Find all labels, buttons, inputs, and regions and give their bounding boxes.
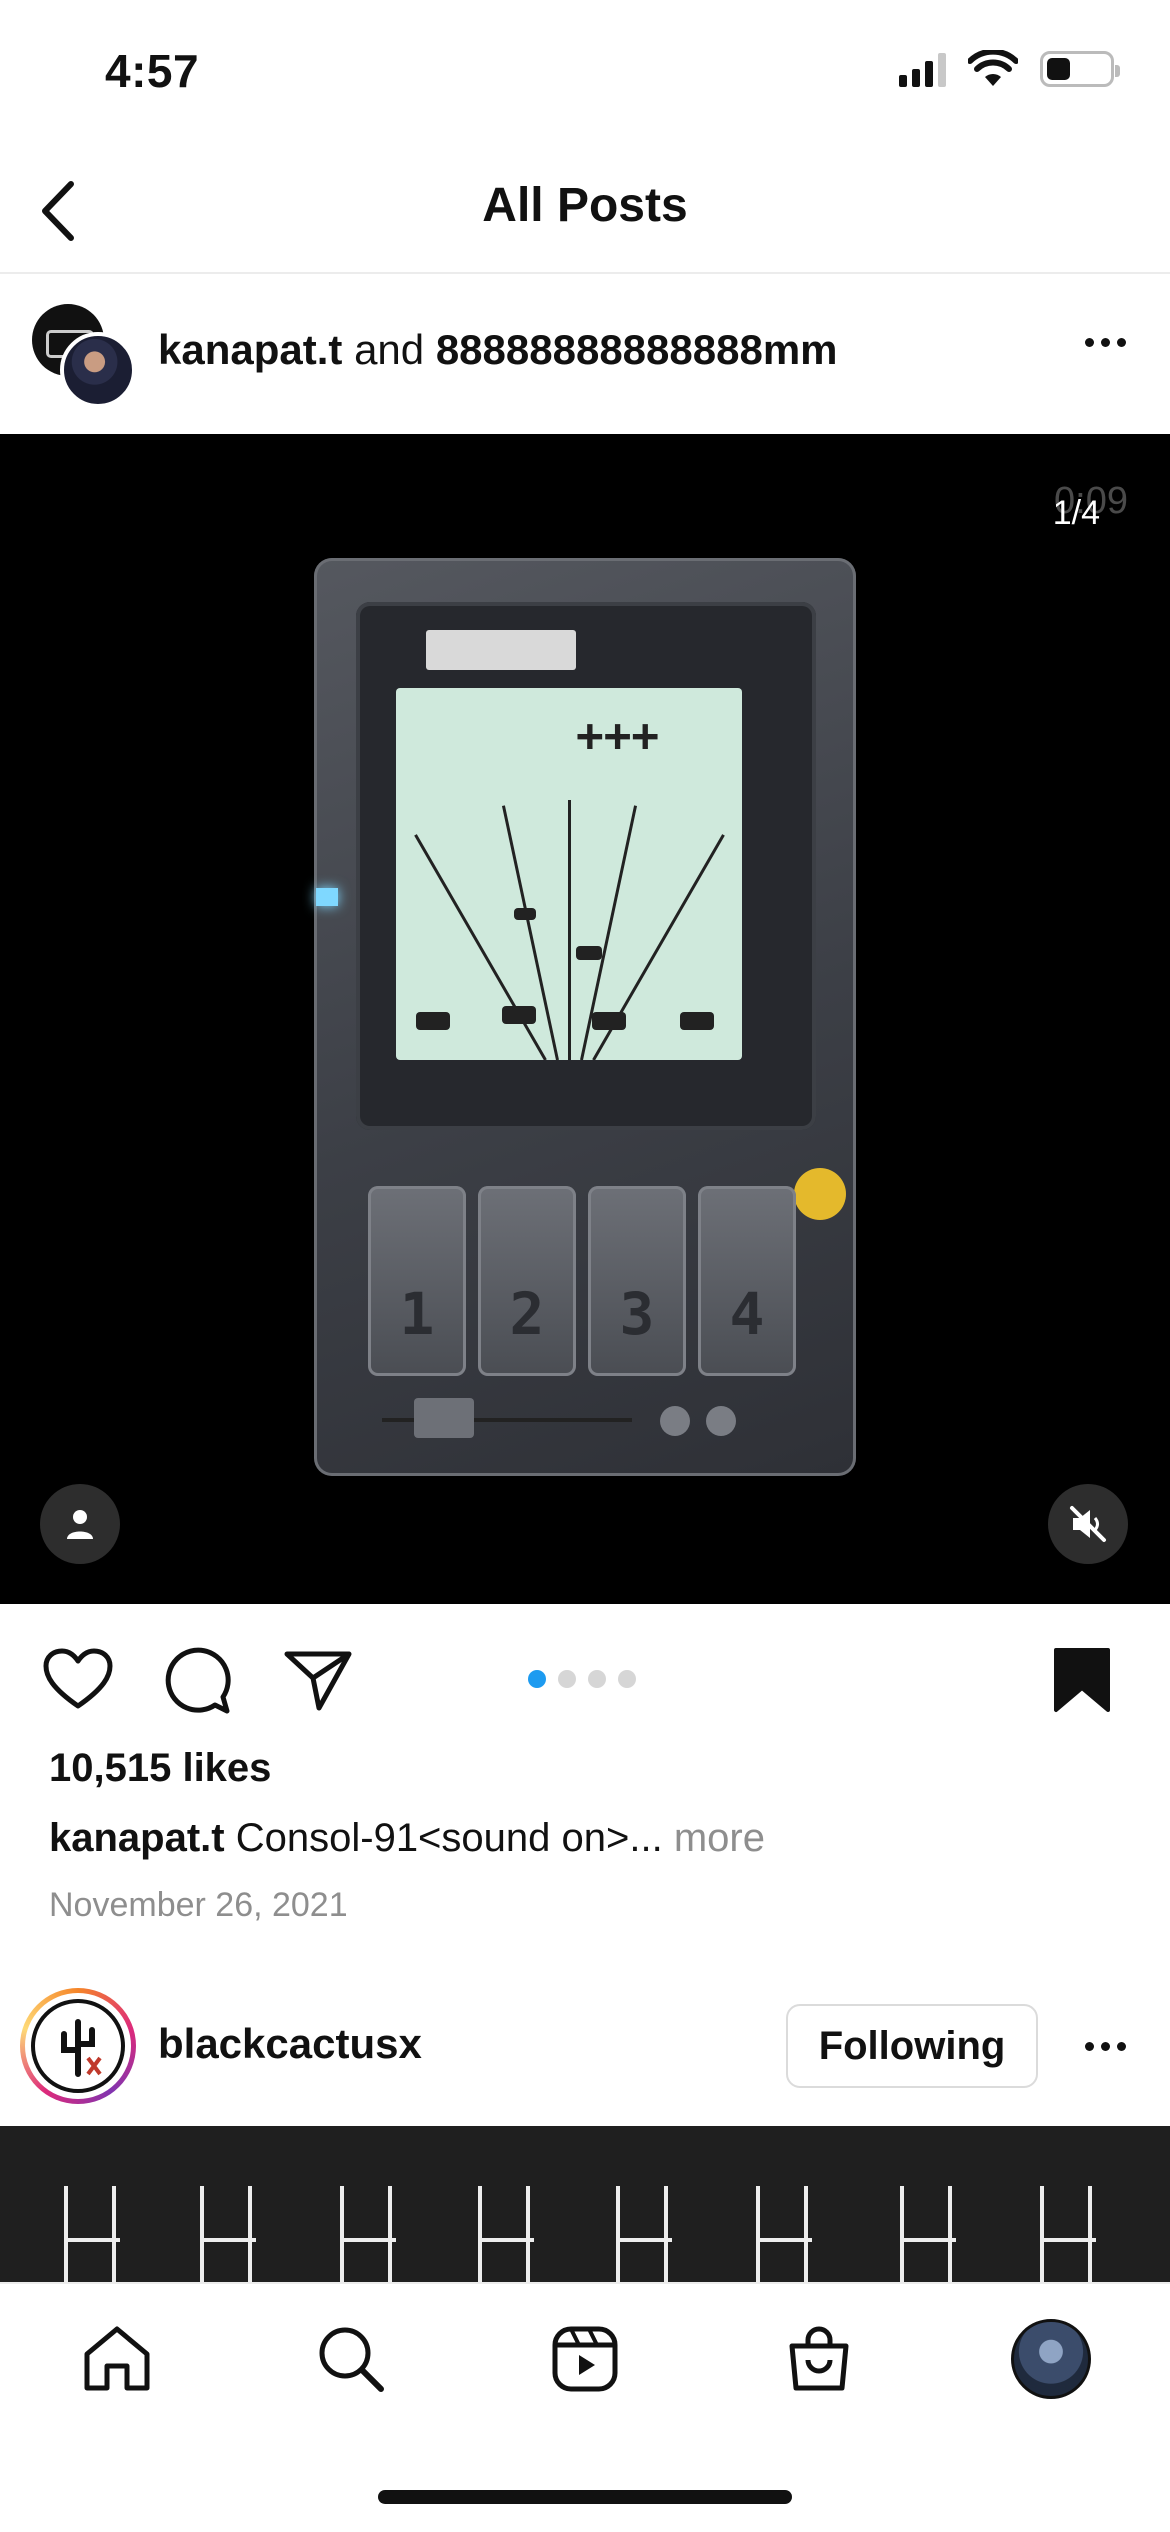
following-button[interactable]: Following bbox=[786, 2004, 1038, 2088]
chair-drawing bbox=[756, 2186, 812, 2282]
cellular-signal-icon bbox=[899, 51, 946, 87]
tab-shop[interactable] bbox=[774, 2314, 864, 2404]
reels-icon bbox=[552, 2326, 618, 2392]
device-key: 2 bbox=[478, 1186, 576, 1376]
screen-car bbox=[416, 1012, 450, 1030]
device-screen-bezel: +++ bbox=[356, 602, 816, 1130]
device-keys: 1 2 3 4 bbox=[368, 1186, 796, 1376]
chair-drawing bbox=[1040, 2186, 1096, 2282]
carousel-pager bbox=[528, 1670, 636, 1688]
next-post-more-button[interactable] bbox=[1085, 2042, 1126, 2051]
handheld-console-image: +++ 1 2 3 4 bbox=[314, 558, 856, 1476]
device-lcd-screen: +++ bbox=[396, 688, 742, 1060]
chair-drawing bbox=[200, 2186, 256, 2282]
road-line bbox=[568, 800, 571, 1060]
more-horizontal-icon bbox=[1085, 2042, 1094, 2051]
caption-more-link[interactable]: more bbox=[674, 1816, 765, 1860]
pager-dot bbox=[618, 1670, 636, 1688]
device-key: 3 bbox=[588, 1186, 686, 1376]
status-time: 4:57 bbox=[105, 45, 200, 97]
home-icon bbox=[84, 2326, 150, 2391]
screen-car bbox=[502, 1006, 536, 1024]
next-post-media[interactable] bbox=[0, 2126, 1170, 2282]
device-knob bbox=[660, 1406, 690, 1436]
person-tag-icon bbox=[67, 1510, 93, 1539]
post-media[interactable]: 0:09 1/4 +++ 1 2 3 4 bbox=[0, 434, 1170, 1604]
speaker-muted-icon bbox=[1070, 1506, 1106, 1542]
screen-car bbox=[576, 946, 602, 960]
cactus-icon bbox=[61, 2019, 102, 2077]
post-caption: kanapat.t Consol-91<sound on>... more bbox=[49, 1816, 765, 1861]
more-horizontal-icon bbox=[1085, 338, 1094, 347]
caption-username[interactable]: kanapat.t bbox=[49, 1816, 225, 1860]
chair-drawing bbox=[900, 2186, 956, 2282]
pager-dot bbox=[558, 1670, 576, 1688]
profile-avatar bbox=[1011, 2319, 1091, 2399]
next-post-header: blackcactusx Following bbox=[0, 1980, 1170, 2126]
paper-plane-icon bbox=[284, 1651, 352, 1711]
share-button[interactable] bbox=[278, 1640, 358, 1720]
caption-text: Consol-91<sound on>... bbox=[235, 1816, 663, 1860]
chair-drawing bbox=[616, 2186, 672, 2282]
chair-drawing bbox=[478, 2186, 534, 2282]
comment-icon bbox=[165, 1647, 231, 1714]
coauthor-username[interactable]: 88888888888888mm bbox=[436, 326, 838, 373]
battery-level bbox=[1047, 58, 1070, 80]
screen-car bbox=[514, 908, 536, 920]
author-conjunction: and bbox=[354, 326, 425, 373]
chair-drawing bbox=[64, 2186, 120, 2282]
more-options-button[interactable] bbox=[1085, 338, 1126, 347]
status-icons bbox=[899, 50, 1120, 88]
tab-profile[interactable] bbox=[1006, 2314, 1096, 2404]
likes-count[interactable]: 10,515 likes bbox=[49, 1746, 271, 1791]
screen-score-marks: +++ bbox=[576, 708, 660, 762]
post-authors: kanapat.t and 88888888888888mm bbox=[158, 326, 838, 374]
shop-icon bbox=[789, 2326, 849, 2391]
post-date: November 26, 2021 bbox=[49, 1886, 348, 1924]
avatar-primary[interactable] bbox=[60, 332, 136, 408]
screen-car bbox=[592, 1012, 626, 1030]
battery-icon bbox=[1040, 51, 1120, 87]
next-post-username[interactable]: blackcactusx bbox=[158, 2020, 422, 2068]
wifi-icon bbox=[968, 50, 1018, 86]
tab-home[interactable] bbox=[72, 2314, 162, 2404]
story-ring-avatar[interactable] bbox=[20, 1988, 136, 2104]
screen-car bbox=[680, 1012, 714, 1030]
device-knob bbox=[706, 1406, 736, 1436]
tab-search[interactable] bbox=[306, 2314, 396, 2404]
smiley-sticker bbox=[794, 1168, 846, 1220]
device-key: 4 bbox=[698, 1186, 796, 1376]
device-brand-label bbox=[426, 630, 576, 670]
page-title: All Posts bbox=[482, 179, 688, 232]
carousel-counter: 1/4 bbox=[1052, 494, 1100, 532]
mute-toggle-button[interactable] bbox=[1048, 1484, 1128, 1564]
device-key: 1 bbox=[368, 1186, 466, 1376]
pager-dot bbox=[588, 1670, 606, 1688]
pager-dot bbox=[528, 1670, 546, 1688]
status-bar: 4:57 bbox=[0, 0, 1170, 150]
cactus-logo-avatar bbox=[31, 1999, 125, 2093]
author-username[interactable]: kanapat.t bbox=[158, 326, 342, 373]
tab-reels[interactable] bbox=[540, 2314, 630, 2404]
save-button[interactable] bbox=[1042, 1640, 1122, 1720]
device-slider-knob bbox=[414, 1398, 474, 1438]
device-led bbox=[316, 888, 338, 906]
like-button[interactable] bbox=[38, 1640, 118, 1720]
tagged-people-button[interactable] bbox=[40, 1484, 120, 1564]
post-actions bbox=[0, 1604, 1170, 1744]
bookmark-filled-icon bbox=[1054, 1648, 1110, 1712]
search-icon bbox=[319, 2327, 384, 2392]
heart-icon bbox=[43, 1648, 113, 1709]
home-indicator bbox=[378, 2490, 792, 2504]
post-header: kanapat.t and 88888888888888mm bbox=[0, 276, 1170, 434]
chair-drawing bbox=[340, 2186, 396, 2282]
nav-bar: All Posts bbox=[0, 150, 1170, 274]
comment-button[interactable] bbox=[158, 1640, 238, 1720]
